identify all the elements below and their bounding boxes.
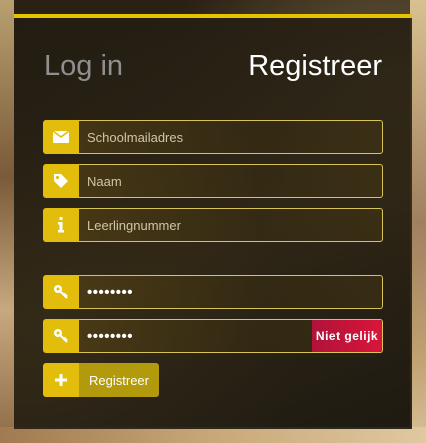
- email-field-group: Schoolmailadres: [43, 120, 383, 154]
- background-left: [0, 0, 14, 443]
- password-confirm-field-group: •••••••• Niet gelijk: [43, 319, 383, 353]
- password-confirm-input[interactable]: •••••••• Niet gelijk: [79, 319, 383, 353]
- student-number-field-group: Leerlingnummer: [43, 208, 383, 242]
- key-icon: [43, 319, 79, 353]
- plus-icon: [43, 363, 79, 397]
- register-button[interactable]: Registreer: [43, 363, 159, 397]
- background-right: [410, 0, 426, 443]
- name-input[interactable]: Naam: [79, 164, 383, 198]
- name-field-group: Naam: [43, 164, 383, 198]
- password-confirm-value: ••••••••: [87, 327, 134, 345]
- student-number-input[interactable]: Leerlingnummer: [79, 208, 383, 242]
- key-icon: [43, 275, 79, 309]
- password-mismatch-badge: Niet gelijk: [312, 320, 382, 352]
- register-panel: Log in Registreer Schoolmailadres Naam L…: [14, 14, 412, 429]
- envelope-icon: [43, 120, 79, 154]
- register-button-label: Registreer: [79, 363, 159, 397]
- email-input[interactable]: Schoolmailadres: [79, 120, 383, 154]
- background-bottom: [0, 427, 426, 443]
- password-input[interactable]: ••••••••: [79, 275, 383, 309]
- tab-register[interactable]: Registreer: [248, 50, 382, 83]
- info-icon: [43, 208, 79, 242]
- password-field-group: ••••••••: [43, 275, 383, 309]
- tab-login[interactable]: Log in: [44, 50, 123, 83]
- tag-icon: [43, 164, 79, 198]
